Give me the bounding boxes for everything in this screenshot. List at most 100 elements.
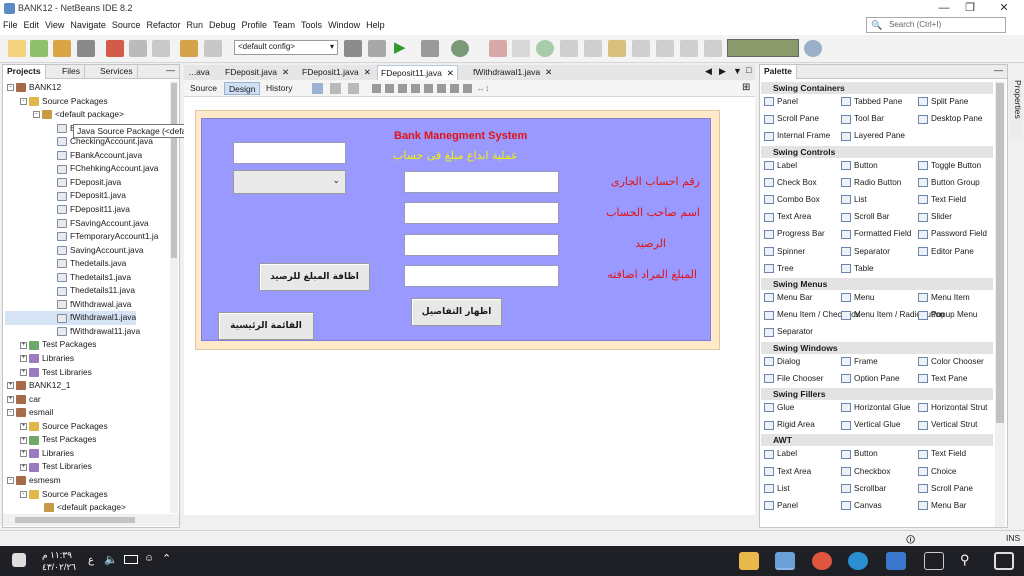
palette-item[interactable]: Horizontal Strut: [918, 401, 987, 415]
step-into-icon[interactable]: [584, 40, 602, 57]
collapse-icon[interactable]: -: [20, 490, 27, 498]
palette-item[interactable]: Radio Button: [841, 176, 901, 190]
palette-item[interactable]: Scroll Pane: [764, 112, 819, 126]
collapse-icon[interactable]: -: [7, 477, 14, 485]
scroll-tabs-left-icon[interactable]: ◀: [705, 66, 712, 77]
palette-item[interactable]: Scrollbar: [841, 482, 886, 496]
palette-item[interactable]: Menu Bar: [764, 291, 813, 305]
volume-icon[interactable]: 🔈: [104, 553, 118, 566]
redo-icon[interactable]: [204, 40, 222, 57]
connection-mode-icon[interactable]: [330, 83, 341, 94]
palette-item[interactable]: Frame: [841, 355, 878, 369]
menu-edit[interactable]: Edit: [21, 18, 43, 32]
tree-item[interactable]: Thedetails.java: [5, 257, 126, 271]
palette-item[interactable]: Label: [764, 447, 797, 461]
palette-scrollbar[interactable]: [995, 81, 1005, 527]
close-tab-icon[interactable]: ✕: [364, 67, 371, 77]
expand-icon[interactable]: +: [20, 368, 27, 376]
balance-field[interactable]: [404, 234, 559, 256]
config-select[interactable]: <default config> ▾: [234, 40, 338, 55]
tree-item[interactable]: - BANK12: [5, 81, 61, 95]
show-details-button[interactable]: اظهار التفاصيل: [411, 298, 502, 326]
memory-monitor[interactable]: [727, 39, 799, 57]
apply-changes-icon[interactable]: [656, 40, 674, 57]
tree-item[interactable]: fWithdrawal.java: [5, 298, 131, 312]
palette-item[interactable]: Panel: [764, 95, 798, 109]
palette-category[interactable]: Swing Menus: [761, 278, 993, 290]
main-menu-button[interactable]: القائمة الرئيسية: [218, 312, 314, 340]
profile-icon[interactable]: [451, 40, 469, 57]
palette-item[interactable]: List: [764, 482, 790, 496]
save-all-icon[interactable]: [77, 40, 95, 57]
editor-tab[interactable]: FDeposit11.java ✕: [377, 65, 458, 80]
expand-icon[interactable]: +: [20, 463, 27, 471]
close-tab-icon[interactable]: ✕: [545, 67, 552, 77]
palette-item[interactable]: Dialog: [764, 355, 800, 369]
expand-icon[interactable]: +: [7, 382, 14, 390]
debug-icon[interactable]: [421, 40, 439, 57]
tree-item[interactable]: FBankAccount.java: [5, 149, 142, 163]
tree-item[interactable]: - Source Packages: [5, 488, 108, 502]
gc-icon[interactable]: [804, 40, 822, 57]
palette-category[interactable]: Swing Windows: [761, 341, 993, 354]
tab-projects[interactable]: Projects: [3, 65, 46, 79]
palette-item[interactable]: Button: [841, 159, 878, 173]
run-to-cursor-icon[interactable]: [632, 40, 650, 57]
step-out-icon[interactable]: [608, 40, 626, 57]
tree-item[interactable]: Thedetails11.java: [5, 284, 135, 298]
maximize-editor-icon[interactable]: □: [746, 65, 751, 75]
build-icon[interactable]: [344, 40, 362, 57]
menu-source[interactable]: Source: [109, 18, 144, 32]
palette-item[interactable]: Vertical Strut: [918, 418, 977, 432]
palette-item[interactable]: List: [841, 193, 867, 207]
clean-build-icon[interactable]: [368, 40, 386, 57]
palette-item[interactable]: Layered Pane: [841, 129, 905, 143]
open-project-icon[interactable]: [53, 40, 71, 57]
editor-tab[interactable]: fWithdrawal1.java ✕: [470, 65, 555, 80]
menu-file[interactable]: File: [0, 18, 21, 32]
tree-item[interactable]: + Test Libraries: [5, 460, 92, 474]
palette-item[interactable]: Internal Frame: [764, 129, 830, 143]
close-button[interactable]: ✕: [984, 0, 1024, 18]
tab-palette[interactable]: Palette: [760, 65, 797, 79]
scroll-tabs-right-icon[interactable]: ▶: [719, 66, 726, 77]
palette-item[interactable]: Text Area: [764, 210, 811, 224]
palette-item[interactable]: Canvas: [841, 499, 882, 513]
palette-item[interactable]: Editor Pane: [918, 245, 974, 259]
collapse-icon[interactable]: -: [33, 111, 40, 119]
close-tab-icon[interactable]: ✕: [447, 68, 454, 78]
palette-item[interactable]: Slider: [918, 210, 952, 224]
tree-item[interactable]: FSavingAccount.java: [5, 217, 149, 231]
palette-item[interactable]: Text Pane: [918, 372, 967, 386]
palette-item[interactable]: Menu: [841, 291, 874, 305]
palette-item[interactable]: Scroll Bar: [841, 210, 890, 224]
menu-help[interactable]: Help: [363, 18, 388, 32]
palette-item[interactable]: Combo Box: [764, 193, 820, 207]
menu-window[interactable]: Window: [325, 18, 363, 32]
expand-icon[interactable]: +: [20, 423, 27, 431]
expand-icon[interactable]: +: [20, 450, 27, 458]
preview-design-icon[interactable]: [348, 83, 359, 94]
stop-icon[interactable]: [489, 40, 507, 57]
palette-item[interactable]: Separator: [764, 325, 813, 339]
step-over-icon[interactable]: [560, 40, 578, 57]
tab-services[interactable]: Services: [96, 65, 138, 79]
pause-icon[interactable]: [512, 40, 530, 57]
selection-mode-icon[interactable]: [312, 83, 323, 94]
palette-item[interactable]: Toggle Button: [918, 159, 981, 173]
search-input[interactable]: 🔍 Search (Ctrl+I): [866, 17, 1006, 33]
palette-item[interactable]: Rigid Area: [764, 418, 815, 432]
editor-tab[interactable]: ...ava: [186, 65, 213, 80]
palette-item[interactable]: Text Field: [918, 193, 966, 207]
palette-item[interactable]: Vertical Glue: [841, 418, 900, 432]
task-view-icon[interactable]: [924, 552, 944, 570]
account-combo-box[interactable]: ⌄: [233, 170, 346, 194]
tree-item[interactable]: + Test Packages: [5, 338, 96, 352]
palette-item[interactable]: Spinner: [764, 245, 805, 259]
palette-item[interactable]: Menu Bar: [918, 499, 967, 513]
expand-icon[interactable]: +: [7, 395, 14, 403]
menu-navigate[interactable]: Navigate: [67, 18, 109, 32]
taskbar-date[interactable]: ٤٣/٠٢/٢٦: [42, 562, 76, 573]
menu-run[interactable]: Run: [183, 18, 206, 32]
palette-category[interactable]: AWT: [761, 434, 993, 447]
